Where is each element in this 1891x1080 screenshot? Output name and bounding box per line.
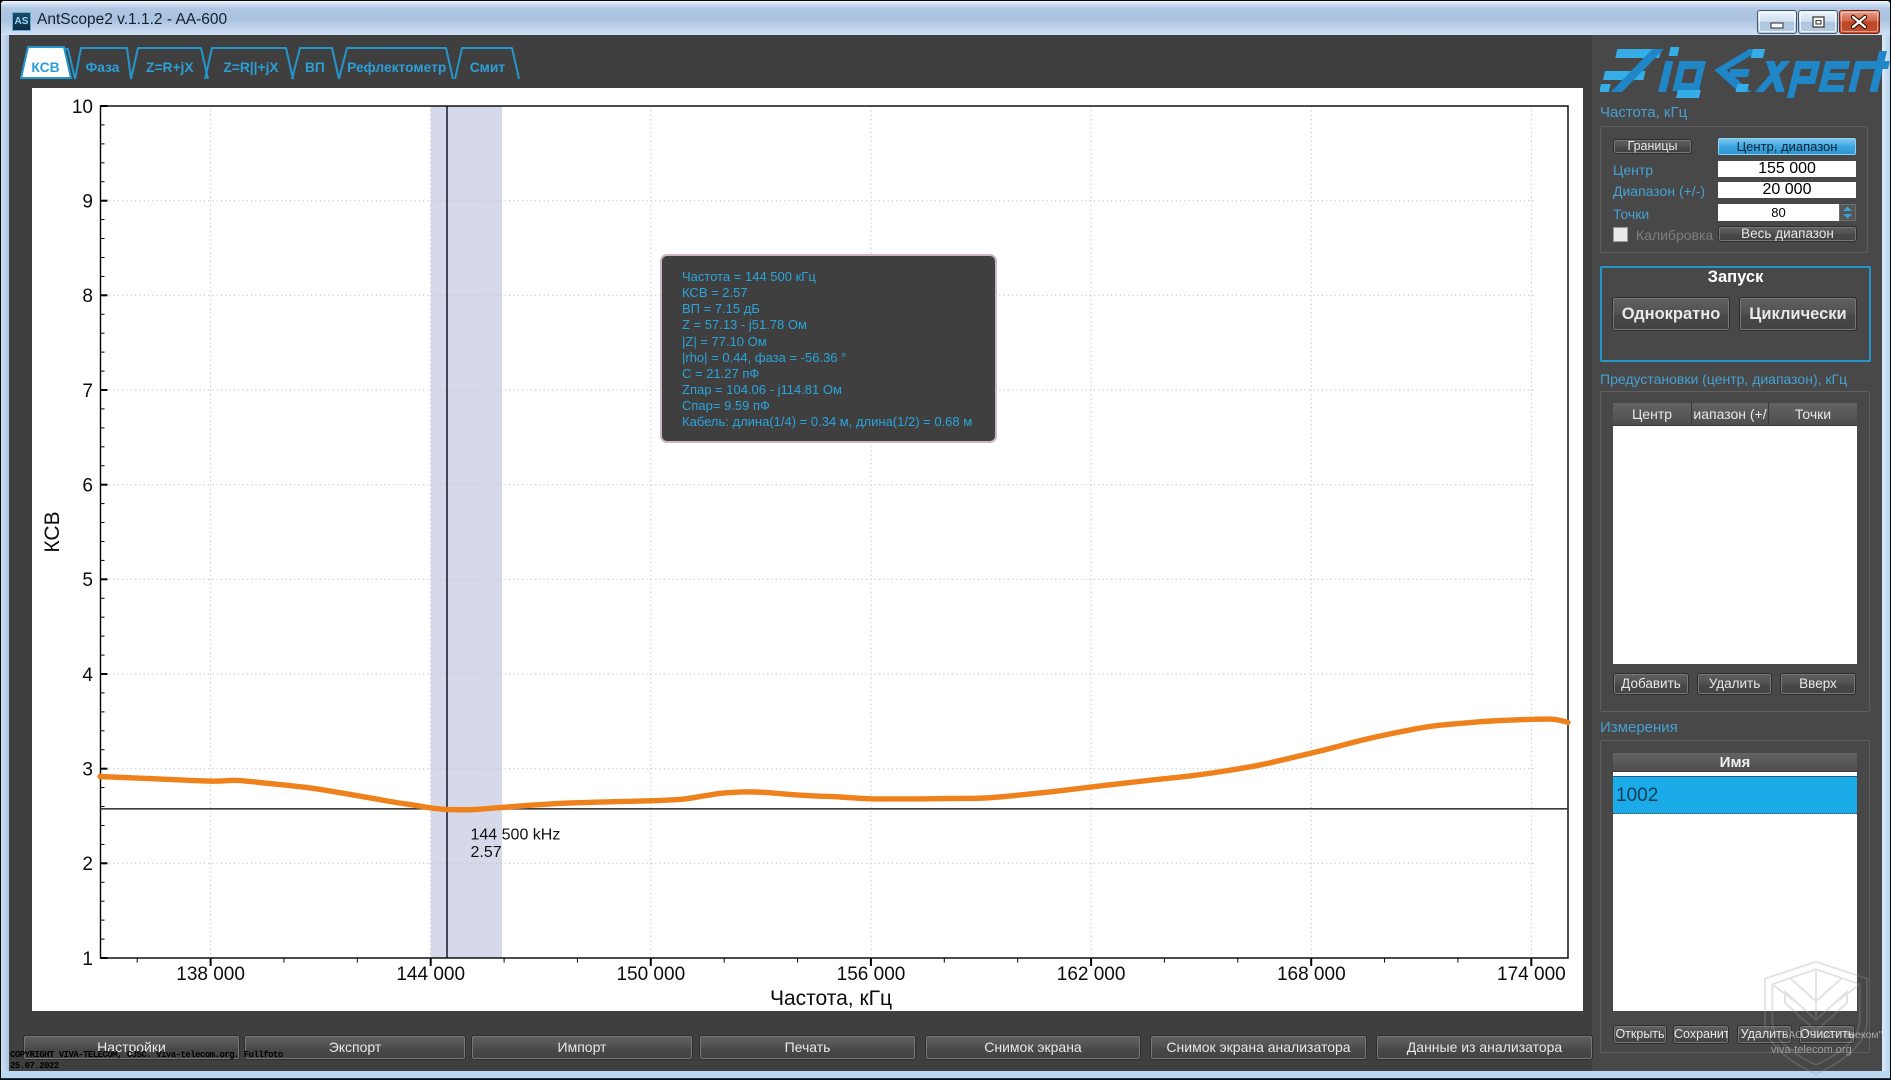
svg-text:144 500 kHz: 144 500 kHz [471, 827, 561, 844]
svg-text:150 000: 150 000 [616, 964, 685, 985]
svg-text:7: 7 [82, 381, 93, 402]
svg-text:162 000: 162 000 [1057, 964, 1126, 985]
svg-text:8: 8 [82, 286, 93, 307]
svg-text:168 000: 168 000 [1277, 964, 1346, 985]
svg-text:КСВ: КСВ [41, 511, 64, 552]
svg-text:138 000: 138 000 [176, 964, 245, 985]
svg-text:9: 9 [82, 192, 93, 213]
svg-text:Частота, кГц: Частота, кГц [770, 987, 892, 1010]
svg-text:4: 4 [82, 665, 93, 686]
svg-text:174 000: 174 000 [1497, 964, 1566, 985]
svg-text:3: 3 [82, 760, 93, 781]
svg-text:144 000: 144 000 [396, 964, 465, 985]
svg-text:2.57: 2.57 [471, 844, 502, 861]
svg-text:1: 1 [82, 949, 93, 970]
svg-text:2: 2 [82, 854, 93, 875]
svg-text:10: 10 [72, 97, 93, 118]
svg-text:156 000: 156 000 [837, 964, 906, 985]
svg-text:5: 5 [82, 570, 93, 591]
svg-text:6: 6 [82, 476, 93, 497]
